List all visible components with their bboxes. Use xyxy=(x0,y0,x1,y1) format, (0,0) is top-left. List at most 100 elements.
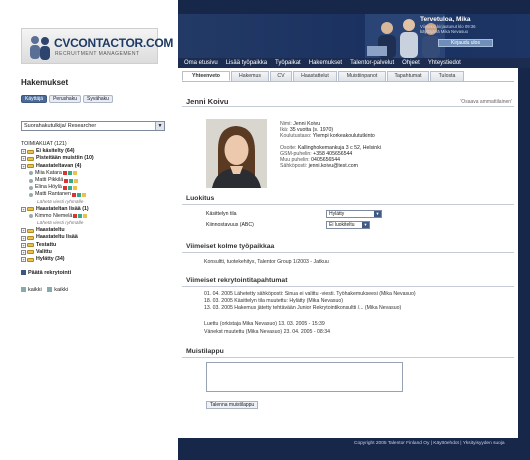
tab-tulosta[interactable]: Tulosta xyxy=(430,71,464,81)
application-tree: TOIMIAKUAT (121) + Ei käsitelty (64) + Pist… xyxy=(21,141,171,263)
tab-muistiinpanot[interactable]: Muistiinpanot xyxy=(338,71,386,81)
folder-icon xyxy=(27,207,34,212)
tab-bar: Yhteenveto Hakemus CV Haastattelut Muist… xyxy=(182,71,464,81)
tree-item[interactable]: + Haastateltu xyxy=(21,227,171,234)
tab-haastattelut[interactable]: Haastattelut xyxy=(293,71,337,81)
welcome-user: Tervetuloa, Mika xyxy=(420,16,471,23)
tree-item-label: Haastateltan lisää (1) xyxy=(36,205,89,212)
tab-underline xyxy=(182,81,514,82)
tab-tapahtumat[interactable]: Tapahtumat xyxy=(387,71,429,81)
chevron-down-icon[interactable]: ▼ xyxy=(374,211,381,217)
nav-lisaa-tyopaikka[interactable]: Lisää työpaikka xyxy=(226,58,267,68)
footer-text: Copyright 2005 Talentor Finland Oy | Käy… xyxy=(354,441,505,446)
read-info-2: Vänekst muutettu (Mika Nevasuo) 23. 04. … xyxy=(204,329,331,335)
flag-icon xyxy=(62,185,67,190)
tree-item[interactable]: Matti Rantanen xyxy=(21,191,171,198)
note-icon xyxy=(78,214,83,219)
syvahaku-button[interactable]: Syvähaku xyxy=(82,95,113,103)
tree-item[interactable]: Lähetä viesti ryhmälle xyxy=(21,220,171,227)
tree-item-label: Haastateltu lisää xyxy=(36,234,78,241)
tree-item[interactable]: Lähetä viesti ryhmälle xyxy=(21,199,171,206)
folder-icon xyxy=(27,257,34,262)
expand-icon[interactable]: + xyxy=(21,257,26,263)
event-row: 13. 03. 2005 Hakemus jätetty tehtävään J… xyxy=(204,305,402,311)
logo-text: CVCONTACTOR.COM xyxy=(54,36,174,50)
nav-tyopaikat[interactable]: Työpaikat xyxy=(275,58,301,68)
expand-icon[interactable]: + xyxy=(21,228,26,234)
tree-item-label: Miia Katara xyxy=(35,169,62,176)
tab-yhteenveto[interactable]: Yhteenveto xyxy=(182,71,230,81)
nav-hakemukset[interactable]: Hakemukset xyxy=(309,58,342,68)
folder-icon xyxy=(27,149,34,154)
tree-item[interactable]: + Pisteitään muistiin (10) xyxy=(21,155,171,162)
luokitus-heading: Luokitus xyxy=(186,195,215,202)
select-all-links: kaikki kaikki xyxy=(21,287,68,293)
person-icon xyxy=(29,178,33,183)
tree-item[interactable]: Matti Pikkilä xyxy=(21,177,171,184)
tree-item[interactable]: + Haastateltavan (4) xyxy=(21,163,171,170)
job-select-value: Suorahakutulkija/ Researcher xyxy=(24,123,97,129)
interest-select[interactable]: Ei luokiteltu ▼ xyxy=(326,221,370,229)
tree-item-label: Haastateltavan (4) xyxy=(36,162,82,169)
tree-item[interactable]: Kimmo Niemelä xyxy=(21,213,171,220)
expand-icon[interactable]: + xyxy=(21,242,26,248)
main-nav: Oma etusivu Lisää työpaikka Työpaikat Ha… xyxy=(178,58,530,68)
info-row: Sähköposti: jenni.koivu@test.com xyxy=(280,163,381,169)
left-button-row: Käyttäjä Perushaku Syvähaku xyxy=(21,95,113,103)
tree-item[interactable]: + Haastateltan lisää (1) xyxy=(21,206,171,213)
expand-icon[interactable]: + xyxy=(21,163,26,169)
candidate-name-title: Jenni Koivu xyxy=(186,97,229,106)
nav-ohjeet[interactable]: Ohjeet xyxy=(402,58,420,68)
nav-talentor-palvelut[interactable]: Talentor-palvelut xyxy=(350,58,394,68)
divider xyxy=(182,286,514,287)
stop-icon xyxy=(21,270,26,276)
mail-icon xyxy=(74,178,79,183)
select-all-link-b[interactable]: kaikki xyxy=(54,287,68,293)
job-select[interactable]: Suorahakutulkija/ Researcher ▼ xyxy=(21,121,165,131)
tree-item[interactable]: + Testattu xyxy=(21,242,171,249)
divider xyxy=(182,252,514,253)
tree-item[interactable]: Miia Katara xyxy=(21,170,171,177)
tree-item[interactable]: + Haastateltu lisää xyxy=(21,234,171,241)
expand-icon[interactable]: + xyxy=(21,249,26,255)
left-heading: Hakemukset xyxy=(21,78,69,87)
tree-title: TOIMIAKUAT (121) xyxy=(21,141,67,147)
logout-button[interactable]: Kirjaudu ulos xyxy=(438,39,493,47)
notes-heading: Muistilappu xyxy=(186,348,224,355)
chevron-down-icon[interactable]: ▼ xyxy=(155,122,164,130)
nav-oma-etusivu[interactable]: Oma etusivu xyxy=(184,58,218,68)
tab-hakemus[interactable]: Hakemus xyxy=(231,71,269,81)
expand-icon[interactable]: + xyxy=(21,156,26,162)
end-recruitment-link[interactable]: Päätä rekrytointi xyxy=(21,270,71,276)
tree-item-label: Lähetä viesti ryhmälle xyxy=(37,199,84,205)
tree-item[interactable]: + Hylätty (34) xyxy=(21,256,171,263)
folder-icon xyxy=(27,236,34,241)
logo-tagline: RECRUITMENT MANAGEMENT xyxy=(55,51,140,57)
folder-icon xyxy=(27,250,34,255)
perushaku-button[interactable]: Perushaku xyxy=(49,95,81,103)
kayttaja-button[interactable]: Käyttäjä xyxy=(21,95,48,103)
select-all-link-a[interactable]: kaikki xyxy=(28,287,42,293)
notes-textarea[interactable] xyxy=(206,362,403,392)
status-select[interactable]: Hylätty ▼ xyxy=(326,210,382,218)
expand-icon[interactable]: + xyxy=(21,235,26,241)
tab-cv[interactable]: CV xyxy=(270,71,292,81)
expand-icon[interactable]: + xyxy=(21,206,26,212)
tree-item[interactable]: + Valittu xyxy=(21,249,171,256)
expand-icon[interactable]: + xyxy=(21,149,26,155)
events-heading: Viimeiset rekrytointitapahtumat xyxy=(186,277,288,284)
mail-icon xyxy=(83,214,88,219)
chevron-down-icon[interactable]: ▼ xyxy=(362,222,369,228)
person-icon xyxy=(29,214,33,219)
info-value: 0405656544 xyxy=(311,157,341,164)
info-key: Ikä: xyxy=(280,127,289,134)
save-notes-button[interactable]: Talenna muistilappu xyxy=(206,401,259,409)
people-logo-icon xyxy=(30,36,50,60)
tree-item[interactable]: + Ei käsitelty (64) xyxy=(21,148,171,155)
tree-item[interactable]: Elina Höylä xyxy=(21,184,171,191)
nav-yhteystiedot[interactable]: Yhteystiedot xyxy=(428,58,461,68)
info-value: +358 405656544 xyxy=(313,150,353,157)
header-banner: Tervetuloa, Mika Viimeksi kirjautunut kl… xyxy=(178,14,530,58)
tree-item-label: Ei käsitelty (64) xyxy=(36,148,75,155)
flag-icon xyxy=(62,171,67,176)
